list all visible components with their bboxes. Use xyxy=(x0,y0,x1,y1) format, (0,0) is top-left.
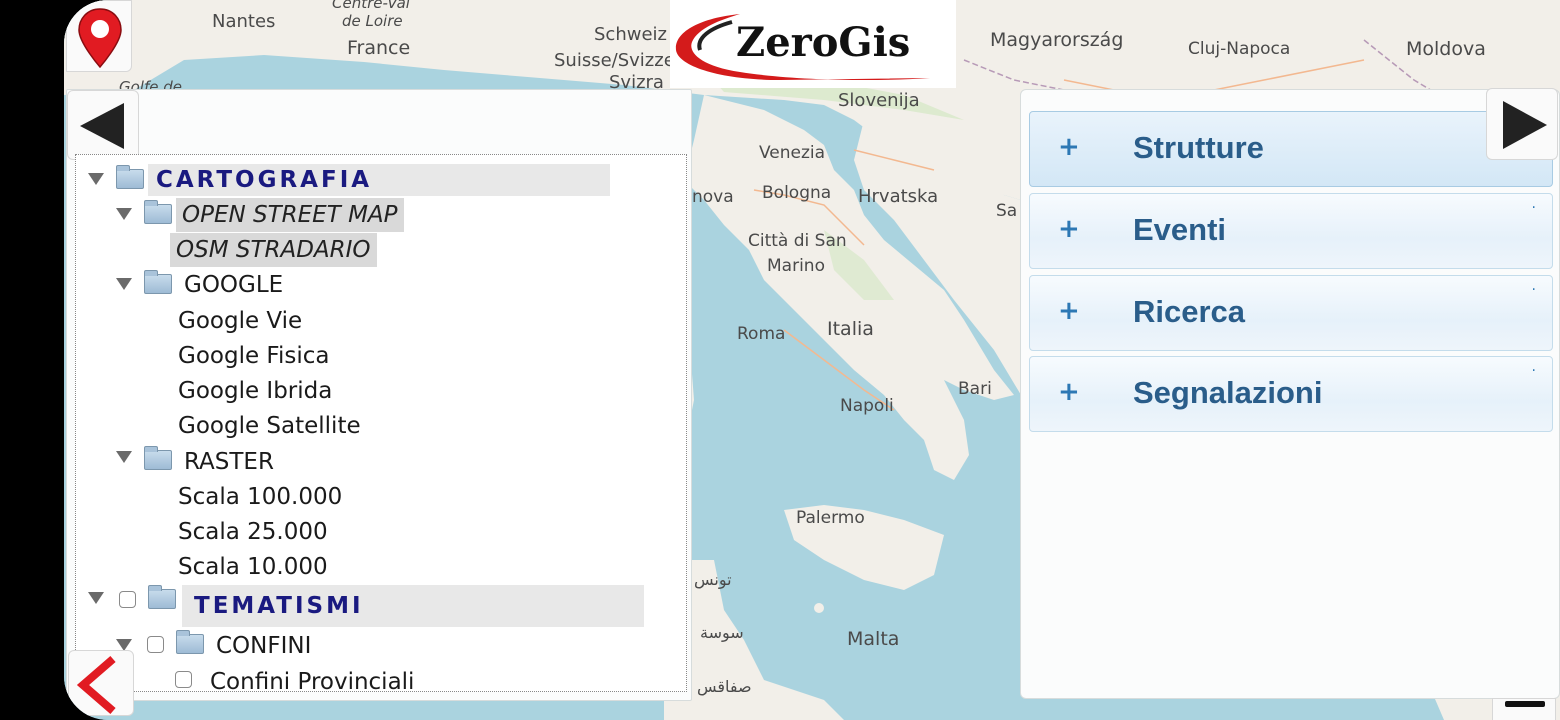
triangle-right-icon xyxy=(1503,101,1547,149)
folder-icon xyxy=(144,446,172,470)
expand-google-toggle[interactable] xyxy=(116,278,132,290)
tree-leaf-scala-25000[interactable]: Scala 25.000 xyxy=(178,516,328,548)
folder-icon xyxy=(144,270,172,294)
tree-leaf-google-ibrida[interactable]: Google Ibrida xyxy=(178,375,332,407)
map-label-schweiz: Schweiz xyxy=(594,24,667,45)
map-label-roma: Roma xyxy=(737,324,785,344)
dot-icon: · xyxy=(1531,363,1536,379)
map-label-de-loire: de Loire xyxy=(342,12,403,30)
folder-icon xyxy=(116,165,144,189)
map-label-centre-val: Centre-Val xyxy=(332,0,411,12)
layer-tree[interactable]: CARTOGRAFIA OPEN STREET MAP OSM STRADARI… xyxy=(75,154,687,692)
accordion-strutture[interactable]: + Strutture xyxy=(1029,111,1553,187)
map-label-france: France xyxy=(347,37,410,59)
collapse-right-button[interactable] xyxy=(1486,88,1558,160)
folder-icon xyxy=(144,200,172,224)
logo-text: ZeroGis xyxy=(736,19,910,66)
folder-icon xyxy=(148,585,176,609)
tree-group-cartografia[interactable]: CARTOGRAFIA xyxy=(148,164,610,196)
accordion-ricerca[interactable]: + Ricerca · xyxy=(1029,275,1553,351)
accordion-title: Strutture xyxy=(1133,130,1264,165)
map-label-napoli: Napoli xyxy=(840,396,894,416)
tree-group-tematismi[interactable]: TEMATISMI xyxy=(182,585,644,627)
map-label-moldova: Moldova xyxy=(1406,38,1486,60)
collapse-left-button[interactable] xyxy=(67,90,139,160)
back-button[interactable] xyxy=(68,650,134,716)
tree-leaf-google-vie[interactable]: Google Vie xyxy=(178,305,302,337)
map-label-genova: nova xyxy=(692,187,734,207)
malta-land xyxy=(814,603,824,613)
tree-leaf-scala-10000[interactable]: Scala 10.000 xyxy=(178,551,328,583)
accordion-title: Ricerca xyxy=(1133,294,1246,329)
location-marker-button[interactable] xyxy=(66,0,132,72)
accordion-segnalazioni[interactable]: + Segnalazioni · xyxy=(1029,356,1553,432)
map-label-bari: Bari xyxy=(958,379,992,399)
map-label-sfax: صفاقس xyxy=(697,677,752,697)
map-label-tunis: تونس xyxy=(694,570,732,590)
map-label-cluj: Cluj-Napoca xyxy=(1188,39,1290,59)
accordion-eventi[interactable]: + Eventi · xyxy=(1029,193,1553,269)
map-label-marino: Marino xyxy=(767,256,825,276)
expand-raster-toggle[interactable] xyxy=(116,451,132,463)
chevron-left-icon xyxy=(76,655,116,715)
tree-node-raster[interactable]: RASTER xyxy=(184,446,274,478)
map-app-screen: Nantes Centre-Val de Loire France Schwei… xyxy=(64,0,1560,720)
map-label-magyarorszag: Magyarország xyxy=(990,29,1123,51)
plus-icon: + xyxy=(1058,296,1080,326)
tree-leaf-osm-stradario[interactable]: OSM STRADARIO xyxy=(170,233,377,267)
map-label-venezia: Venezia xyxy=(759,143,825,163)
bar-icon xyxy=(1505,701,1545,707)
tree-leaf-confini-provinciali[interactable]: Confini Provinciali xyxy=(210,666,414,691)
tree-leaf-google-fisica[interactable]: Google Fisica xyxy=(178,340,329,372)
dot-icon: · xyxy=(1531,200,1536,216)
map-pin-icon xyxy=(78,8,122,69)
dot-icon: · xyxy=(1531,282,1536,298)
confini-provinciali-checkbox[interactable] xyxy=(175,671,192,688)
expand-tematismi-toggle[interactable] xyxy=(88,592,104,604)
map-label-bologna: Bologna xyxy=(762,183,831,203)
confini-checkbox[interactable] xyxy=(147,636,164,653)
plus-icon: + xyxy=(1058,214,1080,244)
map-label-sousse: سوسة xyxy=(700,623,744,643)
tree-node-google[interactable]: GOOGLE xyxy=(184,269,283,301)
bottom-right-control[interactable] xyxy=(1492,698,1556,720)
tree-leaf-scala-100000[interactable]: Scala 100.000 xyxy=(178,481,342,513)
functions-panel: + Strutture + Eventi · + Ricerca · + Seg… xyxy=(1020,89,1560,699)
expand-osm-toggle[interactable] xyxy=(116,208,132,220)
layers-panel: CARTOGRAFIA OPEN STREET MAP OSM STRADARI… xyxy=(66,89,692,701)
map-label-slovenija: Slovenija xyxy=(838,90,920,111)
accordion-title: Eventi xyxy=(1133,212,1227,247)
folder-icon xyxy=(176,630,204,654)
zerogis-logo: ZeroGis xyxy=(670,0,956,88)
triangle-left-icon xyxy=(80,103,124,149)
map-label-nantes: Nantes xyxy=(212,11,275,32)
expand-cartografia-toggle[interactable] xyxy=(88,173,104,185)
accordion-title: Segnalazioni xyxy=(1133,375,1323,410)
plus-icon: + xyxy=(1058,377,1080,407)
tree-node-confini[interactable]: CONFINI xyxy=(216,630,311,662)
map-label-malta: Malta xyxy=(847,628,899,650)
map-label-sa: Sa xyxy=(996,201,1017,221)
map-label-palermo: Palermo xyxy=(796,508,865,528)
tematismi-checkbox[interactable] xyxy=(119,591,136,608)
map-label-hrvatska: Hrvatska xyxy=(858,186,938,207)
map-label-italia: Italia xyxy=(827,318,874,340)
tree-leaf-google-satellite[interactable]: Google Satellite xyxy=(178,410,361,442)
map-label-citta-san: Città di San xyxy=(748,231,847,251)
zerogis-logo-graphic: ZeroGis xyxy=(675,14,930,80)
tree-node-open-street-map[interactable]: OPEN STREET MAP xyxy=(176,198,404,232)
plus-icon: + xyxy=(1058,132,1080,162)
